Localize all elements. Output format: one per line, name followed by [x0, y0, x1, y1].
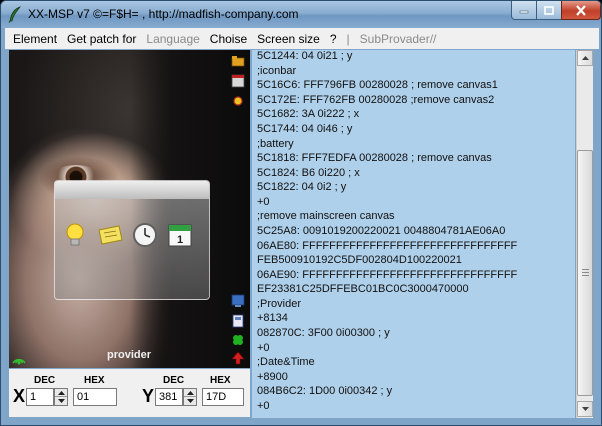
maximize-icon — [544, 5, 554, 15]
menu-subprovader[interactable]: SubProvader// — [360, 32, 437, 46]
patch-line: 5C1822: 04 0i2 ; y — [257, 181, 347, 193]
y-dec-spinner[interactable] — [183, 388, 197, 406]
alert-icon — [231, 351, 245, 365]
down-arrow-icon — [57, 399, 65, 403]
widget-header — [55, 181, 209, 199]
patch-line: EF23381C25DFFEBC01BC0C3000470000 — [257, 283, 469, 295]
signal-icon — [12, 358, 26, 365]
x-hex-input[interactable]: 01 — [73, 388, 117, 406]
x-axis-letter: X — [13, 386, 26, 406]
phone-icon — [232, 314, 244, 328]
patch-line: 082870C: 3F00 0i00300 ; y — [257, 327, 390, 339]
patch-line: +0 — [257, 196, 270, 208]
patch-line: +0 — [257, 342, 270, 354]
menu-screen-size[interactable]: Screen size — [257, 32, 320, 46]
patch-line: 5C1244: 04 0i21 ; y — [257, 50, 353, 62]
patch-line: 06AE90: FFFFFFFFFFFFFFFFFFFFFFFFFFFFFFFF — [257, 269, 518, 281]
x-spin-up-button[interactable] — [55, 389, 67, 397]
menu-bar: Element Get patch for Language Choise Sc… — [5, 28, 599, 49]
calendar-day: 1 — [177, 234, 183, 246]
patch-line: ;Provider — [257, 298, 302, 310]
patch-line: +8134 — [257, 312, 288, 324]
y-hex-label: HEX — [210, 375, 231, 386]
phone-screen-preview[interactable]: 1 provider — [9, 50, 250, 368]
menu-separator: | — [346, 31, 350, 46]
down-arrow-icon — [581, 407, 589, 411]
window-title: XX-MSP v7 ©=F$H= , http://madfish-compan… — [28, 7, 299, 21]
patch-line: 5C1818: FFF7EDFA 00280028 ; remove canva… — [257, 152, 492, 164]
y-dec-label: DEC — [163, 375, 185, 386]
patch-line: FEB500910192C5DF002804D100220021 — [257, 254, 462, 266]
close-icon — [576, 4, 586, 16]
scroll-thumb[interactable] — [577, 150, 593, 396]
folder-icon — [231, 56, 245, 67]
x-spin-down-button[interactable] — [55, 397, 67, 405]
clock-icon[interactable] — [131, 221, 159, 249]
close-button[interactable] — [561, 1, 601, 20]
maximize-button[interactable] — [536, 1, 562, 20]
scroll-down-button[interactable] — [577, 401, 593, 417]
y-spin-down-button[interactable] — [184, 397, 196, 405]
x-dec-label: DEC — [34, 375, 56, 386]
clover-icon — [233, 335, 243, 345]
scroll-up-button[interactable] — [577, 50, 593, 66]
patch-line: ;remove mainscreen canvas — [257, 210, 395, 222]
menu-choise[interactable]: Choise — [210, 32, 247, 46]
provider-label: provider — [107, 349, 152, 361]
network-icon — [231, 294, 245, 307]
down-arrow-icon — [186, 399, 194, 403]
patch-line: ;battery — [257, 138, 294, 150]
x-dec-spinner[interactable] — [54, 388, 68, 406]
patch-line: 5C1682: 3A 0i222 ; x — [257, 108, 360, 120]
patch-line: 06AE80: FFFFFFFFFFFFFFFFFFFFFFFFFFFFFFFF — [257, 240, 518, 252]
lightbulb-icon[interactable] — [61, 221, 89, 249]
app-window: XX-MSP v7 ©=F$H= , http://madfish-compan… — [0, 0, 602, 426]
up-arrow-icon — [57, 390, 65, 395]
patch-line: ;iconbar — [257, 65, 297, 77]
up-arrow-icon — [581, 56, 589, 60]
patch-line: 5C25A8: 0091019200220021 0048804781AE06A… — [257, 225, 506, 237]
calendar-icon[interactable]: 1 — [166, 221, 194, 249]
menu-help[interactable]: ? — [330, 32, 337, 46]
widget-panel[interactable]: 1 — [54, 180, 210, 300]
title-bar[interactable]: XX-MSP v7 ©=F$H= , http://madfish-compan… — [1, 1, 601, 28]
patch-line: +0 — [257, 400, 270, 412]
y-dec-input[interactable]: 381 — [155, 388, 183, 406]
patch-line: +8900 — [257, 371, 288, 383]
sun-icon — [233, 96, 243, 106]
patch-text-area[interactable]: 5C1244: 04 0i21 ; y ;iconbar 5C16C6: FFF… — [252, 50, 575, 418]
thumb-grip — [582, 269, 589, 270]
patch-line: 5C16C6: FFF796FB 00280028 ; remove canva… — [257, 79, 498, 91]
thumb-grip — [582, 272, 589, 273]
y-hex-input[interactable]: 17D — [202, 388, 244, 406]
patch-line: 5C1744: 04 0i46 ; y — [257, 123, 353, 135]
x-dec-input[interactable]: 1 — [26, 388, 54, 406]
coordinate-panel: X DEC HEX 1 01 Y DEC HEX 381 17D — [9, 369, 250, 417]
patch-line: 084B6C2: 1D00 0i00342 ; y — [257, 385, 393, 397]
window-icon — [231, 74, 245, 88]
up-arrow-icon — [186, 390, 194, 395]
patch-line: 5C172E: FFF762FB 00280028 ;remove canvas… — [257, 94, 495, 106]
minimize-icon — [519, 10, 529, 14]
thumb-grip — [582, 275, 589, 276]
x-hex-label: HEX — [84, 375, 105, 386]
menu-language[interactable]: Language — [146, 32, 199, 46]
menu-element[interactable]: Element — [13, 32, 57, 46]
vertical-scrollbar[interactable] — [576, 50, 593, 418]
patch-line: ;Date&Time — [257, 356, 315, 368]
y-spin-up-button[interactable] — [184, 389, 196, 397]
patch-line: 5C1824: B6 0i220 ; x — [257, 167, 360, 179]
minimize-button[interactable] — [511, 1, 537, 20]
note-icon[interactable] — [96, 221, 124, 249]
menu-get-patch-for[interactable]: Get patch for — [67, 32, 136, 46]
y-axis-letter: Y — [142, 386, 155, 406]
quill-icon — [8, 6, 22, 23]
